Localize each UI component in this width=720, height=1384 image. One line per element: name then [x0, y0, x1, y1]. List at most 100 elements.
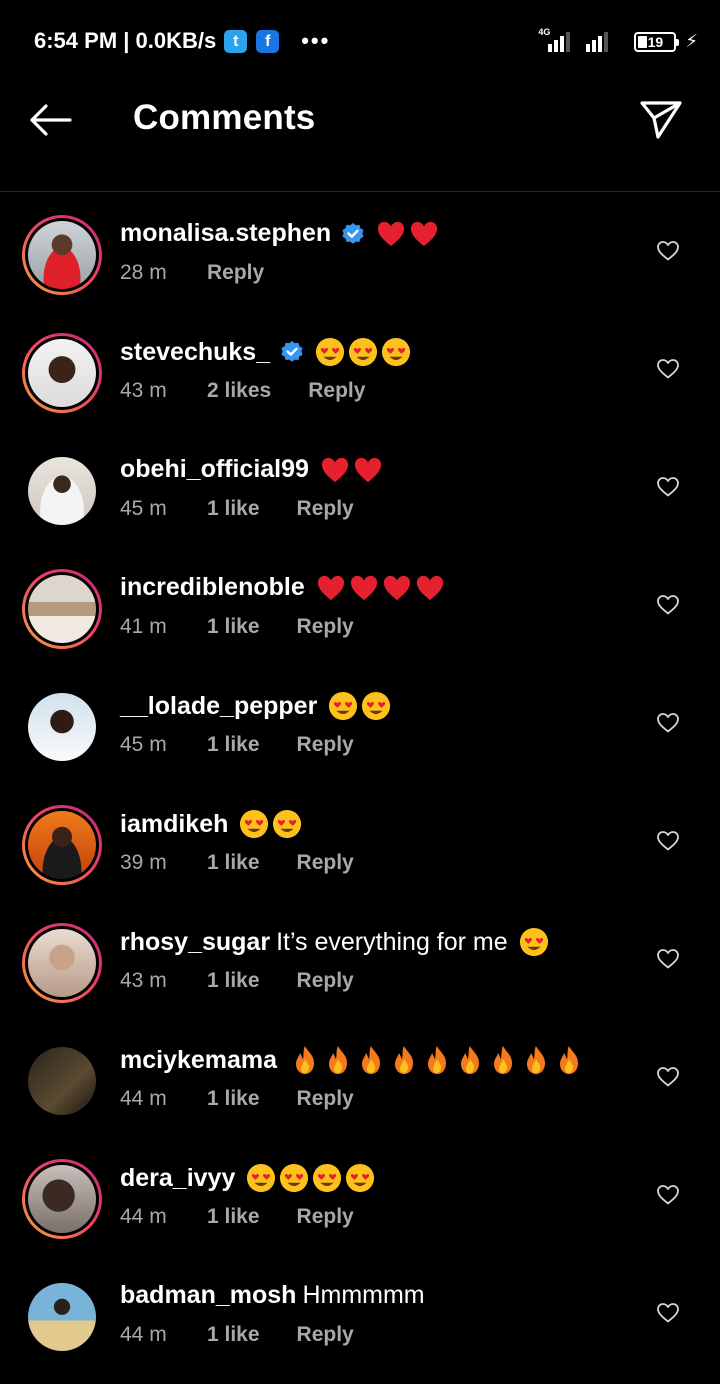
like-count[interactable]: 1 like [207, 1087, 260, 1111]
avatar-image [28, 1165, 96, 1233]
like-count[interactable]: 2 likes [207, 379, 271, 403]
username-link[interactable]: obehi_official99 [120, 455, 309, 484]
timestamp: 43 m [120, 969, 167, 992]
avatar-image [28, 221, 96, 289]
comment-item: __lolade_pepper 45 m 1 like Reply [0, 665, 720, 783]
heart-outline-icon[interactable] [656, 1301, 680, 1325]
fire-emoji-icon [428, 1046, 447, 1074]
status-time: 6:54 PM | 0.0KB/s [34, 28, 217, 53]
fire-emoji-icon [560, 1046, 579, 1074]
heart-outline-icon[interactable] [656, 357, 680, 381]
avatar[interactable] [22, 569, 102, 649]
like-count[interactable]: 1 like [207, 497, 260, 521]
reply-button[interactable]: Reply [297, 969, 354, 993]
username-link[interactable]: rhosy_sugar [120, 928, 270, 957]
username-link[interactable]: stevechuks_ [120, 338, 270, 367]
like-count[interactable]: 1 like [207, 1205, 260, 1229]
avatar[interactable] [22, 1041, 102, 1121]
heart-eyes-emoji-icon [273, 809, 302, 839]
share-button[interactable] [636, 98, 686, 142]
reply-button[interactable]: Reply [297, 1087, 354, 1111]
username-link[interactable]: iamdikeh [120, 810, 228, 839]
avatar[interactable] [22, 215, 102, 295]
username-link[interactable]: incrediblenoble [120, 573, 305, 602]
heart-eyes-emoji-icon [247, 1163, 276, 1193]
comment-meta: 41 m 1 like Reply [120, 615, 354, 639]
username-link[interactable]: dera_ivyy [120, 1164, 235, 1193]
timestamp: 39 m [120, 851, 167, 874]
reply-button[interactable]: Reply [297, 497, 354, 521]
heart-outline-icon[interactable] [656, 1065, 680, 1089]
timestamp: 43 m [120, 379, 167, 402]
heart-eyes-emoji-icon [280, 1163, 309, 1193]
avatar[interactable] [22, 1277, 102, 1357]
like-count[interactable]: 1 like [207, 851, 260, 875]
heart-outline-icon[interactable] [656, 829, 680, 853]
avatar[interactable] [22, 687, 102, 767]
heart-outline-icon[interactable] [656, 947, 680, 971]
comment-meta: 44 m 1 like Reply [120, 1087, 354, 1111]
comment-meta: 39 m 1 like Reply [120, 851, 354, 875]
heart-outline-icon[interactable] [656, 593, 680, 617]
facebook-icon: f [256, 29, 280, 53]
comment-meta: 44 m 1 like Reply [120, 1323, 354, 1347]
avatar-image [28, 929, 96, 997]
avatar[interactable] [22, 451, 102, 531]
battery-level: 19 [647, 34, 664, 50]
reply-button[interactable]: Reply [297, 615, 354, 639]
emoji-group [325, 691, 391, 721]
avatar[interactable] [22, 1159, 102, 1239]
reply-button[interactable]: Reply [297, 851, 354, 875]
username-link[interactable]: monalisa.stephen [120, 219, 331, 248]
overflow-dots-icon: ••• [301, 28, 331, 53]
like-count[interactable]: 1 like [207, 615, 260, 639]
heart-eyes-emoji-icon [329, 691, 358, 721]
heart-eyes-emoji-icon [349, 337, 378, 367]
comment-line: mciykemama [120, 1045, 582, 1075]
timestamp: 44 m [120, 1087, 167, 1110]
verified-badge-icon [281, 341, 303, 362]
battery-icon: 19 [634, 32, 680, 52]
username-link[interactable]: mciykemama [120, 1046, 277, 1075]
heart-eyes-emoji-icon [519, 927, 548, 957]
like-count[interactable]: 1 like [207, 1323, 260, 1347]
heart-outline-icon[interactable] [656, 1183, 680, 1207]
heart-eyes-emoji-icon [382, 337, 411, 367]
username-link[interactable]: __lolade_pepper [120, 692, 317, 721]
red-heart-emoji-icon [378, 221, 405, 246]
like-count[interactable]: 1 like [207, 733, 260, 757]
reply-button[interactable]: Reply [297, 1205, 354, 1229]
timestamp: 44 m [120, 1205, 167, 1228]
username-link[interactable]: badman_mosh [120, 1281, 296, 1310]
timestamp: 28 m [120, 261, 167, 284]
comment-item: incrediblenoble 41 m 1 like Reply [0, 547, 720, 665]
fire-emoji-icon [296, 1046, 315, 1074]
twitter-icon: t [224, 29, 248, 53]
heart-eyes-emoji-icon [346, 1163, 375, 1193]
reply-button[interactable]: Reply [308, 379, 365, 403]
verified-badge-icon [342, 222, 364, 244]
charging-icon: ⚡ [685, 31, 698, 51]
red-heart-emoji-icon [317, 575, 344, 600]
heart-outline-icon[interactable] [656, 475, 680, 499]
avatar[interactable] [22, 805, 102, 885]
avatar[interactable] [22, 923, 102, 1003]
avatar-image [28, 575, 96, 643]
reply-button[interactable]: Reply [297, 733, 354, 757]
reply-button[interactable]: Reply [297, 1323, 354, 1347]
fire-emoji-icon [329, 1046, 348, 1074]
signal-4g-icon: 4G [538, 27, 578, 52]
comment-line: stevechuks_ [120, 337, 411, 367]
like-count[interactable]: 1 like [207, 969, 260, 993]
heart-outline-icon[interactable] [656, 711, 680, 735]
heart-outline-icon[interactable] [656, 239, 680, 263]
status-right: 4G 19 ⚡ [538, 27, 698, 52]
emoji-group [313, 574, 445, 602]
comment-meta: 45 m 1 like Reply [120, 497, 354, 521]
reply-button[interactable]: Reply [207, 261, 264, 285]
emoji-group [312, 337, 411, 367]
avatar-image [28, 339, 96, 407]
timestamp: 41 m [120, 615, 167, 638]
avatar[interactable] [22, 333, 102, 413]
back-button[interactable] [26, 98, 78, 142]
